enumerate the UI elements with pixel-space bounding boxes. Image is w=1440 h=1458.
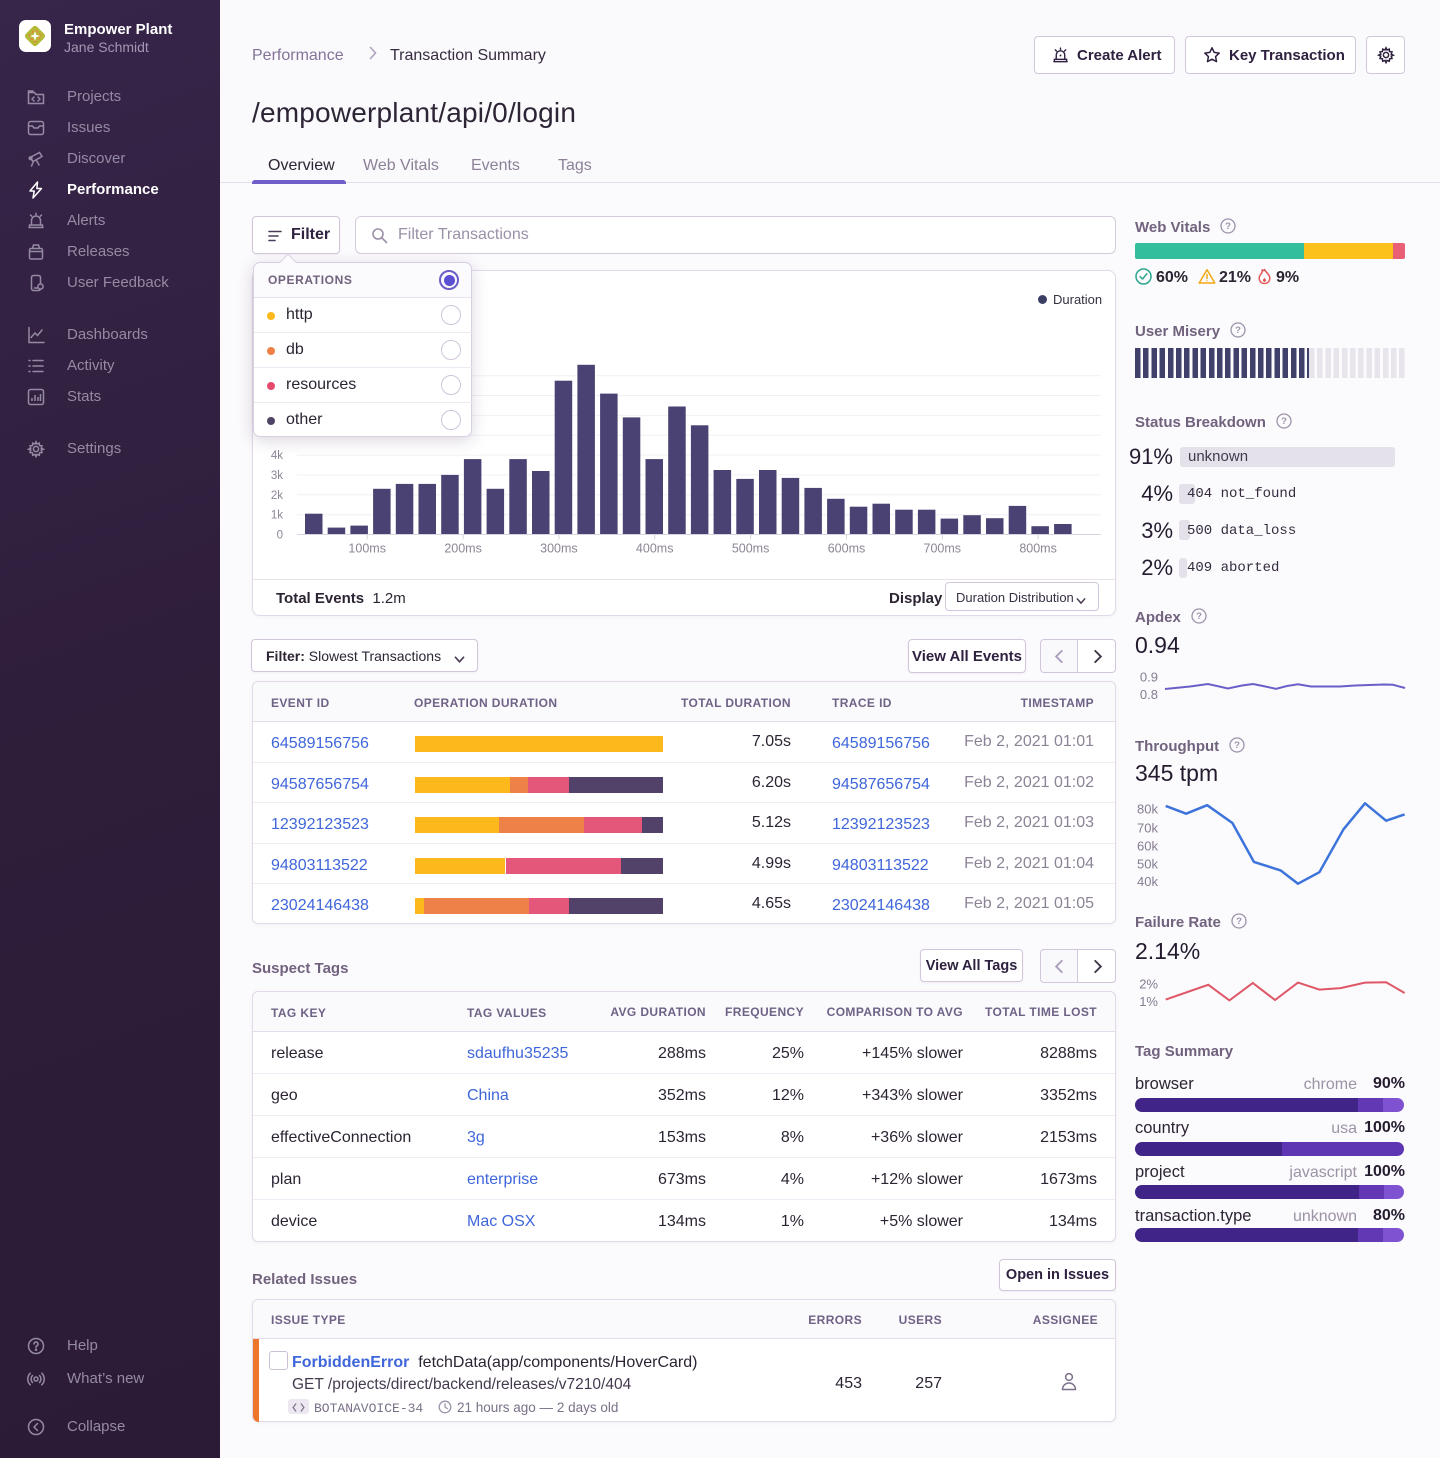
svg-text:800ms: 800ms	[1019, 542, 1057, 556]
svg-text:?: ?	[1281, 416, 1287, 427]
svg-text:2k: 2k	[271, 490, 283, 502]
svg-text:0.9: 0.9	[1140, 670, 1158, 685]
svg-text:?: ?	[1196, 611, 1202, 622]
svg-text:50k: 50k	[1137, 857, 1158, 872]
svg-text:?: ?	[1235, 325, 1241, 336]
svg-text:70k: 70k	[1137, 821, 1158, 836]
svg-text:700ms: 700ms	[924, 542, 962, 556]
svg-text:300ms: 300ms	[540, 542, 578, 556]
svg-text:600ms: 600ms	[828, 542, 866, 556]
svg-text:200ms: 200ms	[444, 542, 482, 556]
svg-text:0.8: 0.8	[1140, 687, 1158, 702]
svg-text:?: ?	[1234, 740, 1240, 751]
svg-text:2%: 2%	[1139, 977, 1158, 992]
svg-text:500ms: 500ms	[732, 542, 770, 556]
svg-text:?: ?	[1226, 221, 1232, 232]
svg-text:40k: 40k	[1137, 874, 1158, 889]
svg-text:3k: 3k	[271, 470, 283, 482]
svg-text:100ms: 100ms	[348, 542, 386, 556]
svg-text:60k: 60k	[1137, 839, 1158, 854]
svg-text:0: 0	[277, 530, 283, 542]
svg-text:1k: 1k	[271, 510, 283, 522]
svg-text:80k: 80k	[1137, 802, 1158, 817]
svg-text:4k: 4k	[271, 450, 283, 462]
svg-text:1%: 1%	[1139, 994, 1158, 1009]
svg-text:400ms: 400ms	[636, 542, 674, 556]
svg-text:?: ?	[1236, 916, 1242, 927]
